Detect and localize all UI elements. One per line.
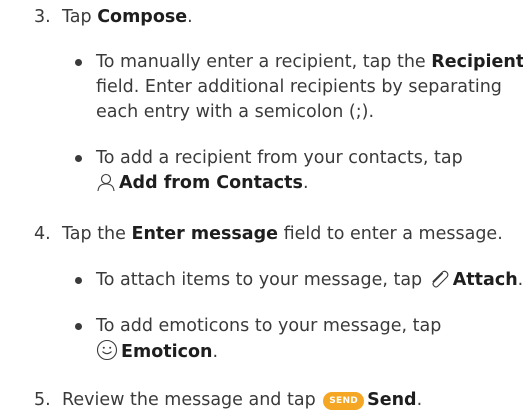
- bullet-marker: [75, 155, 82, 162]
- step-5-number: 5.: [34, 390, 51, 410]
- enter-message-label: Enter message: [131, 224, 278, 244]
- instruction-page: 3. Tap Compose. To manually enter a reci…: [0, 0, 523, 410]
- bullet-marker: [75, 323, 82, 330]
- bullet-marker: [75, 59, 82, 66]
- send-badge-icon: SEND: [323, 392, 365, 410]
- paperclip-icon: [428, 269, 450, 296]
- step-3-text: Tap Compose.: [62, 7, 193, 27]
- bullet-3b-line-1: To add a recipient from your contacts, t…: [96, 148, 463, 168]
- add-from-contacts-label: Add from Contacts: [119, 173, 303, 193]
- smiley-icon: [96, 339, 118, 368]
- compose-label: Compose: [97, 7, 188, 27]
- contact-person-icon: [96, 172, 116, 199]
- attach-label: Attach: [452, 270, 518, 290]
- bullet-3a-line-2: field. Enter additional recipients by se…: [96, 77, 502, 97]
- bullet-4b-line-2: Emoticon.: [96, 339, 218, 368]
- bullet-3a-line-3: each entry with a semicolon (;).: [96, 102, 375, 122]
- step-4-number: 4.: [34, 224, 51, 244]
- bullet-4b-line-1: To add emoticons to your message, tap: [96, 316, 442, 336]
- recipient-label: Recipient: [431, 52, 523, 72]
- bullet-marker: [75, 277, 82, 284]
- step-5-text: Review the message and tap SEND Send.: [62, 390, 423, 410]
- step-4-text: Tap the Enter message field to enter a m…: [62, 224, 503, 244]
- emoticon-label: Emoticon: [121, 342, 213, 362]
- bullet-4a-line-1: To attach items to your message, tap Att…: [96, 268, 523, 296]
- bullet-3a-line-1: To manually enter a recipient, tap the R…: [96, 52, 523, 72]
- bullet-3b-line-2: Add from Contacts.: [96, 171, 309, 199]
- send-label: Send: [367, 390, 417, 410]
- step-3-number: 3.: [34, 7, 51, 27]
